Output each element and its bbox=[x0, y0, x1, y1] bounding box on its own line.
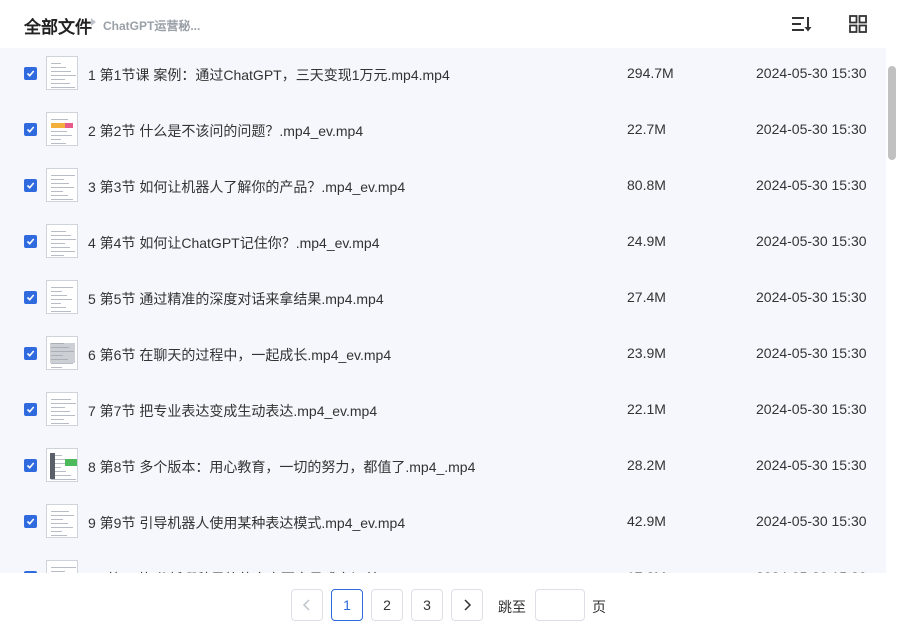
breadcrumb-current: ChatGPT运营秘... bbox=[103, 19, 201, 33]
toolbar-header: 全部文件 ChatGPT运营秘... bbox=[0, 0, 898, 48]
file-checkbox[interactable] bbox=[24, 515, 37, 528]
video-thumbnail-icon bbox=[46, 56, 78, 90]
file-size: 23.9M bbox=[627, 345, 666, 361]
checkmark-icon bbox=[26, 406, 35, 413]
file-row[interactable]: 1 第1节课 案例：通过ChatGPT，三天变现1万元.mp4.mp4 294.7… bbox=[0, 56, 886, 112]
breadcrumb-separator-icon bbox=[91, 18, 96, 26]
file-size: 42.9M bbox=[627, 513, 666, 529]
jump-page-input[interactable] bbox=[535, 589, 585, 621]
video-thumbnail-icon bbox=[46, 112, 78, 146]
prev-page-button[interactable] bbox=[291, 589, 323, 621]
file-date: 2024-05-30 15:30 bbox=[756, 401, 867, 417]
checkmark-icon bbox=[26, 182, 35, 189]
chevron-left-icon bbox=[302, 599, 310, 611]
file-row[interactable]: 3 第3节 如何让机器人了解你的产品？.mp4_ev.mp4 80.8M 2024-… bbox=[0, 168, 886, 224]
file-date: 2024-05-30 15:30 bbox=[756, 513, 867, 529]
file-name[interactable]: 1 第1节课 案例：通过ChatGPT，三天变现1万元.mp4.mp4 bbox=[88, 65, 450, 85]
file-date: 2024-05-30 15:30 bbox=[756, 345, 867, 361]
file-row[interactable]: 2 第2节 什么是不该问的问题？.mp4_ev.mp4 22.7M 2024-05-… bbox=[0, 112, 886, 168]
pagination: 1 2 3 跳至 页 bbox=[0, 573, 898, 637]
file-checkbox[interactable] bbox=[24, 291, 37, 304]
page-button-3[interactable]: 3 bbox=[411, 589, 443, 621]
grid-view-button[interactable] bbox=[846, 12, 870, 36]
file-name[interactable]: 5 第5节 通过精准的深度对话来拿结果.mp4.mp4 bbox=[88, 289, 384, 309]
sort-button[interactable] bbox=[790, 12, 814, 36]
video-thumbnail-icon bbox=[46, 560, 78, 573]
file-date: 2024-05-30 15:30 bbox=[756, 65, 867, 81]
file-name[interactable]: 6 第6节 在聊天的过程中，一起成长.mp4_ev.mp4 bbox=[88, 345, 391, 365]
page-button-2[interactable]: 2 bbox=[371, 589, 403, 621]
file-row[interactable]: 4 第4节 如何让ChatGPT记住你？.mp4_ev.mp4 24.9M 2024… bbox=[0, 224, 886, 280]
file-name[interactable]: 2 第2节 什么是不该问的问题？.mp4_ev.mp4 bbox=[88, 121, 363, 141]
checkmark-icon bbox=[26, 294, 35, 301]
checkmark-icon bbox=[26, 350, 35, 357]
file-size: 80.8M bbox=[627, 177, 666, 193]
checkmark-icon bbox=[26, 70, 35, 77]
file-name[interactable]: 9 第9节 引导机器人使用某种表达模式.mp4_ev.mp4 bbox=[88, 513, 405, 533]
file-name[interactable]: 8 第8节 多个版本：用心教育，一切的努力，都值了.mp4_.mp4 bbox=[88, 457, 475, 477]
file-size: 22.7M bbox=[627, 121, 666, 137]
file-size: 22.1M bbox=[627, 401, 666, 417]
video-thumbnail-icon bbox=[46, 448, 78, 482]
file-date: 2024-05-30 15:30 bbox=[756, 121, 867, 137]
file-checkbox[interactable] bbox=[24, 459, 37, 472]
video-thumbnail-icon bbox=[46, 504, 78, 538]
jump-label: 跳至 bbox=[498, 599, 526, 615]
file-row[interactable]: 10 第10节 分析哪种风格的文案更容易成交订单.mp4.mp417.8M202… bbox=[0, 560, 886, 573]
page-unit-label: 页 bbox=[592, 599, 606, 615]
file-row[interactable]: 9 第9节 引导机器人使用某种表达模式.mp4_ev.mp4 42.9M 2024-… bbox=[0, 504, 886, 560]
video-thumbnail-icon bbox=[46, 280, 78, 314]
file-date: 2024-05-30 15:30 bbox=[756, 233, 867, 249]
page-button-1[interactable]: 1 bbox=[331, 589, 363, 621]
scrollbar-thumb[interactable] bbox=[888, 66, 896, 160]
file-size: 24.9M bbox=[627, 233, 666, 249]
file-name[interactable]: 7 第7节 把专业表达变成生动表达.mp4_ev.mp4 bbox=[88, 401, 377, 421]
next-page-button[interactable] bbox=[451, 589, 483, 621]
video-thumbnail-icon bbox=[46, 168, 78, 202]
file-checkbox[interactable] bbox=[24, 123, 37, 136]
file-date: 2024-05-30 15:30 bbox=[756, 289, 867, 305]
file-size: 294.7M bbox=[627, 65, 674, 81]
file-list: 1 第1节课 案例：通过ChatGPT，三天变现1万元.mp4.mp4 294.7… bbox=[0, 48, 886, 573]
checkmark-icon bbox=[26, 518, 35, 525]
file-size: 27.4M bbox=[627, 289, 666, 305]
checkmark-icon bbox=[26, 462, 35, 469]
file-name[interactable]: 4 第4节 如何让ChatGPT记住你？.mp4_ev.mp4 bbox=[88, 233, 379, 253]
file-checkbox[interactable] bbox=[24, 347, 37, 360]
file-checkbox[interactable] bbox=[24, 67, 37, 80]
file-row[interactable]: 6 第6节 在聊天的过程中，一起成长.mp4_ev.mp4 23.9M 2024-0… bbox=[0, 336, 886, 392]
file-row[interactable]: 8 第8节 多个版本：用心教育，一切的努力，都值了.mp4_.mp4 28.2M 2… bbox=[0, 448, 886, 504]
checkmark-icon bbox=[26, 238, 35, 245]
file-name[interactable]: 3 第3节 如何让机器人了解你的产品？.mp4_ev.mp4 bbox=[88, 177, 405, 197]
file-checkbox[interactable] bbox=[24, 179, 37, 192]
file-date: 2024-05-30 15:30 bbox=[756, 177, 867, 193]
file-size: 28.2M bbox=[627, 457, 666, 473]
grid-view-icon bbox=[849, 15, 867, 33]
file-checkbox[interactable] bbox=[24, 235, 37, 248]
breadcrumb-root[interactable]: 全部文件 bbox=[24, 13, 92, 38]
file-row[interactable]: 7 第7节 把专业表达变成生动表达.mp4_ev.mp4 22.1M 2024-05… bbox=[0, 392, 886, 448]
video-thumbnail-icon bbox=[46, 336, 78, 370]
video-thumbnail-icon bbox=[46, 392, 78, 426]
video-thumbnail-icon bbox=[46, 224, 78, 258]
file-date: 2024-05-30 15:30 bbox=[756, 457, 867, 473]
file-row[interactable]: 5 第5节 通过精准的深度对话来拿结果.mp4.mp4 27.4M 2024-05-… bbox=[0, 280, 886, 336]
checkmark-icon bbox=[26, 126, 35, 133]
sort-list-icon bbox=[792, 17, 812, 32]
file-checkbox[interactable] bbox=[24, 403, 37, 416]
chevron-right-icon bbox=[464, 599, 472, 611]
